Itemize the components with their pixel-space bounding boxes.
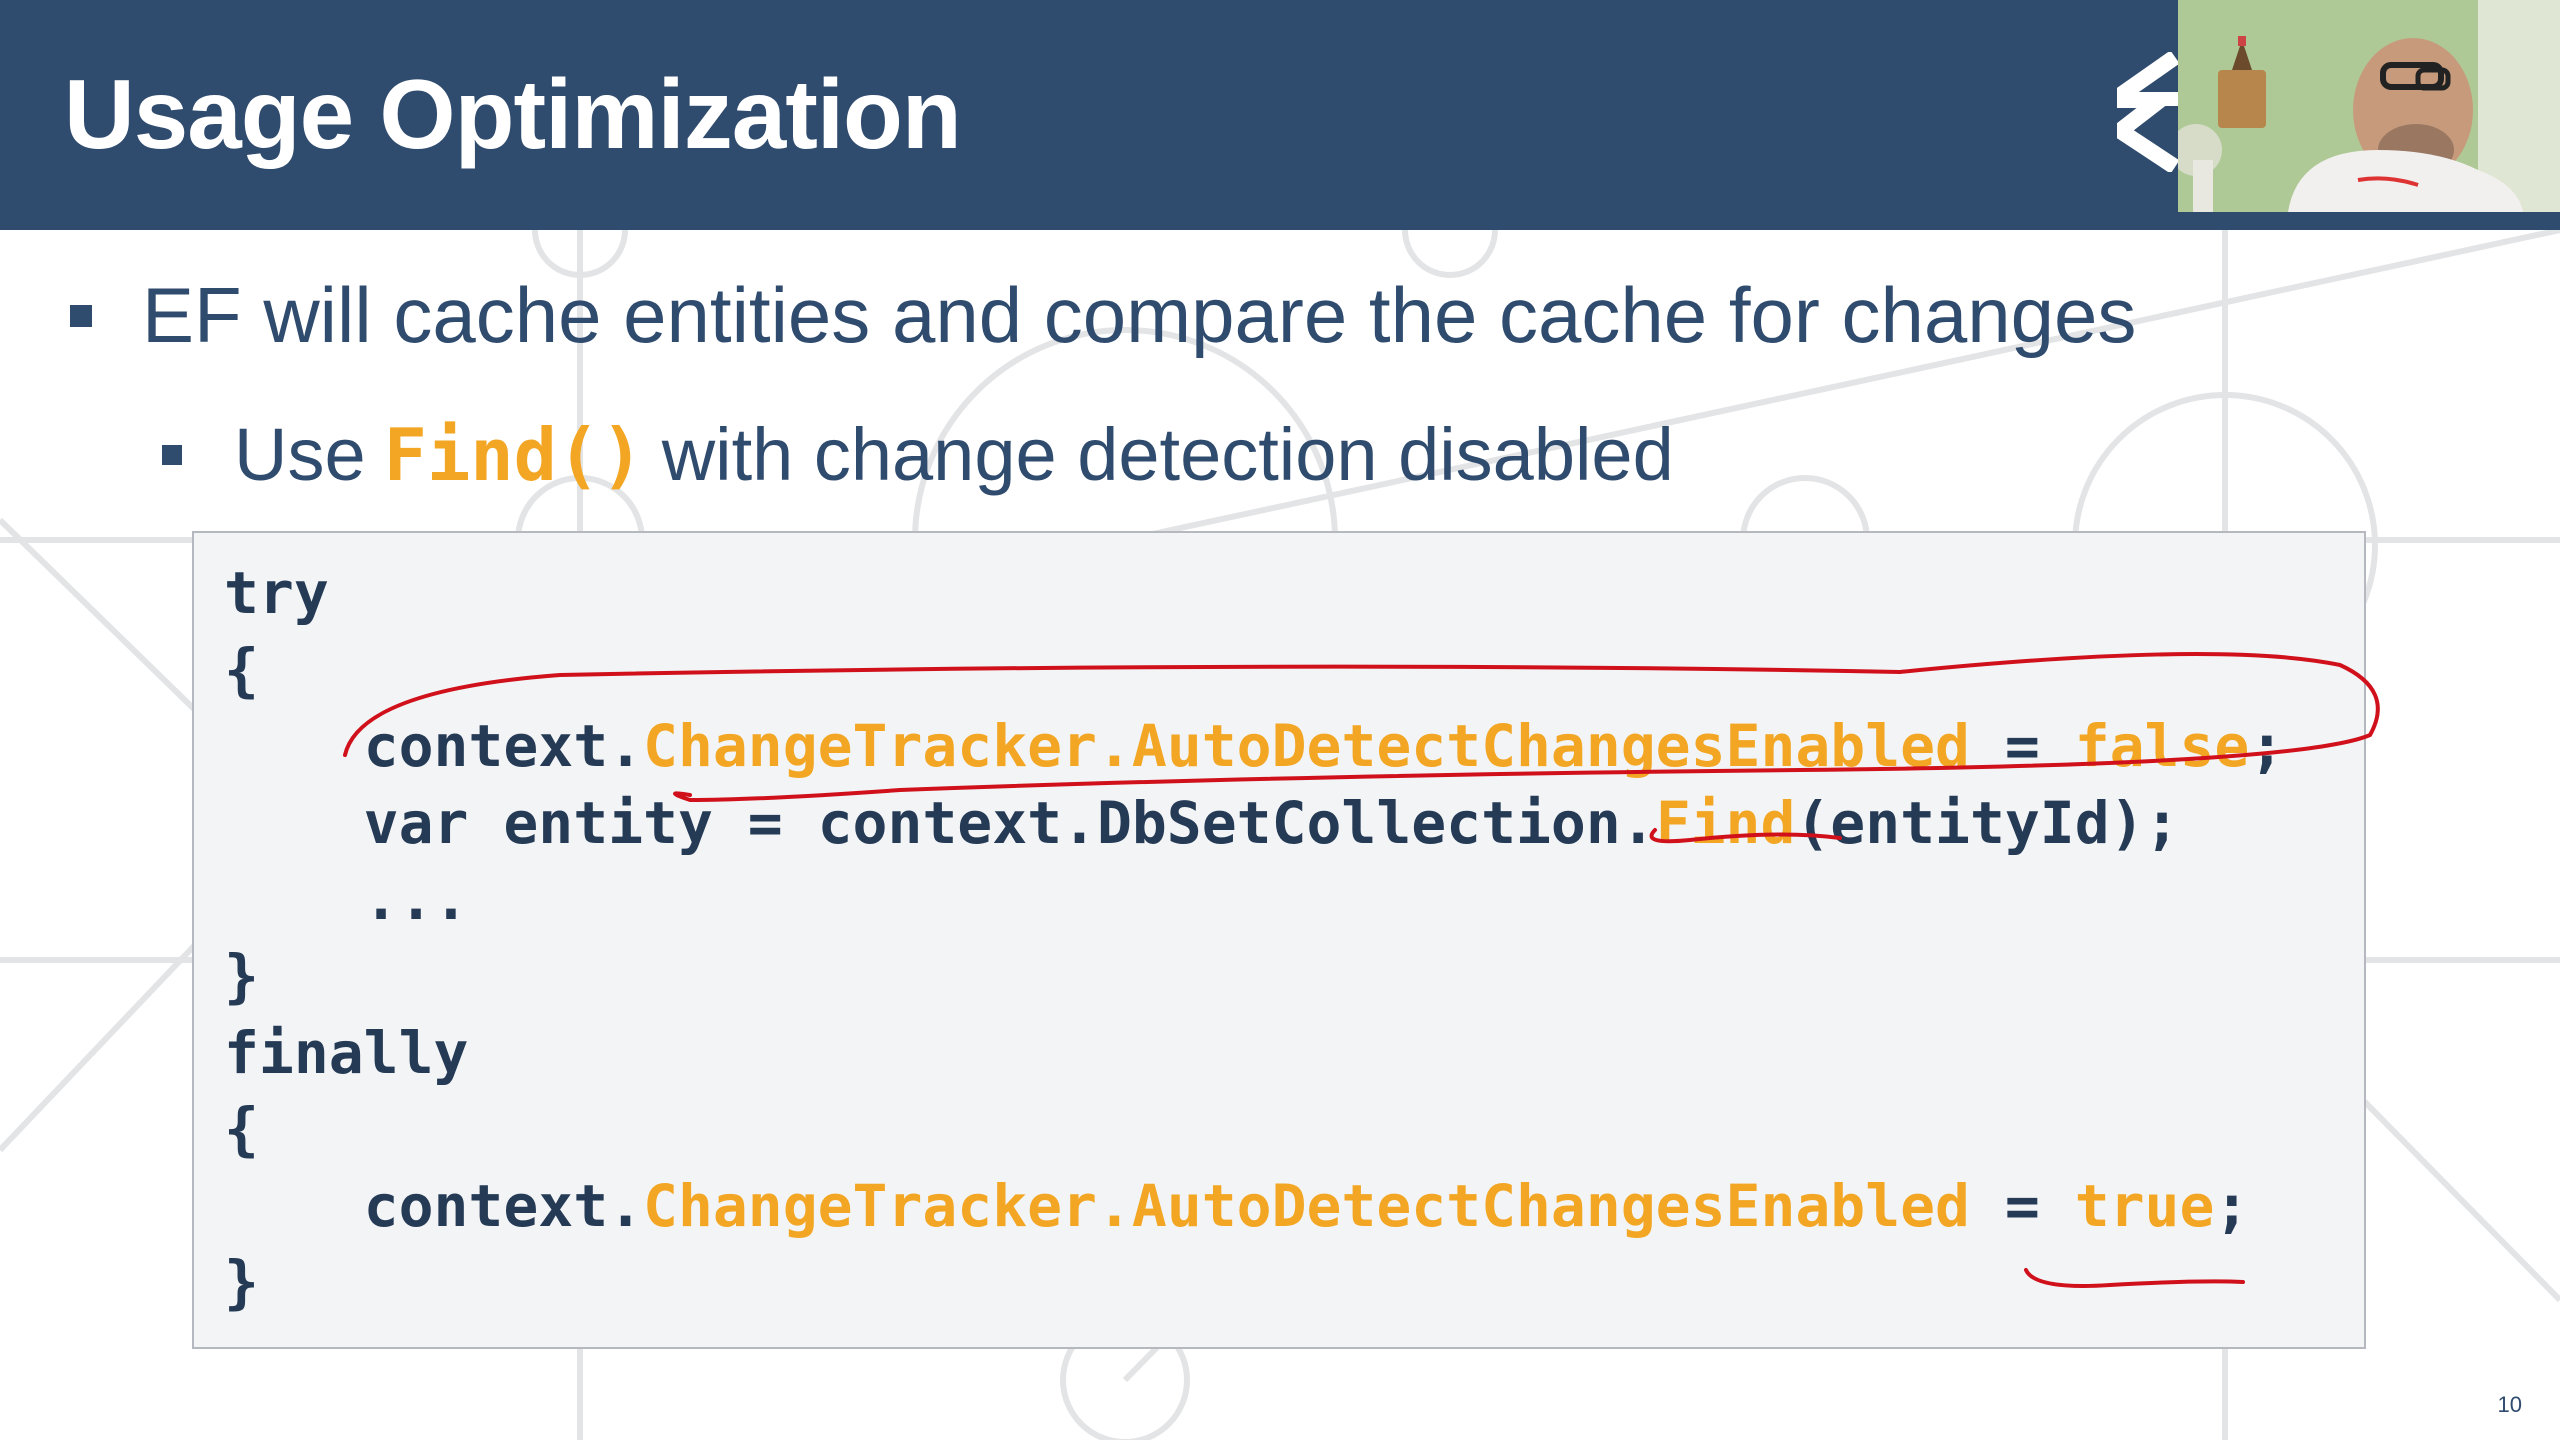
bullet-square-icon <box>70 304 92 327</box>
code-line: context.ChangeTracker.AutoDetectChangesE… <box>224 712 2285 780</box>
code-line: context.ChangeTracker.AutoDetectChangesE… <box>224 1172 2250 1240</box>
code-block: try { context.ChangeTracker.AutoDetectCh… <box>192 531 2366 1349</box>
code-line: ... <box>224 865 469 933</box>
code-line: { <box>224 636 259 704</box>
code-line: finally <box>224 1019 469 1087</box>
bullet-text-prefix: Use <box>234 413 366 496</box>
inline-code-find: Find() <box>383 412 644 497</box>
slide-title: Usage Optimization <box>64 59 962 169</box>
page-number: 10 <box>2497 1392 2522 1417</box>
bullet-level-2: Use Find() with change detection disable… <box>162 412 1674 497</box>
code-line: } <box>224 1248 259 1316</box>
bullet-level-1: EF will cache entities and compare the c… <box>70 270 2136 361</box>
code-line: var entity = context.DbSetCollection.Fin… <box>224 789 2180 857</box>
code-line: } <box>224 942 259 1010</box>
bullet-square-icon <box>162 444 182 465</box>
bullet-text: EF will cache entities and compare the c… <box>142 271 2137 359</box>
bullet-text-suffix: with change detection disabled <box>661 413 1674 496</box>
code-line: { <box>224 1095 259 1163</box>
presenter-webcam <box>2178 0 2560 212</box>
code-line: try <box>224 559 329 627</box>
slide-header: Usage Optimization <box>0 0 2560 230</box>
